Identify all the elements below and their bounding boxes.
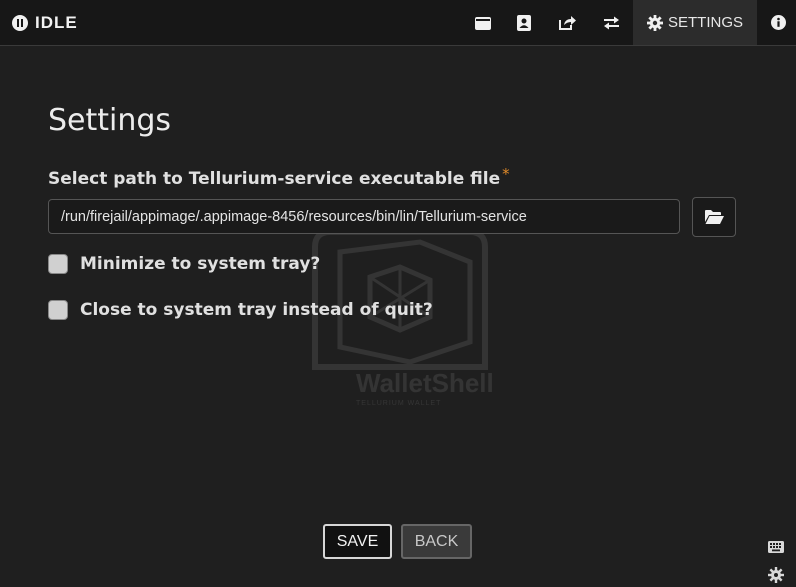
top-navbar: IDLE SETTINGS: [0, 0, 796, 46]
send-icon: [559, 15, 576, 30]
transactions-button[interactable]: [595, 0, 627, 45]
minimize-to-tray-option[interactable]: Minimize to system tray?: [48, 254, 320, 274]
minimize-to-tray-label: Minimize to system tray?: [80, 254, 321, 274]
wallet-icon: [475, 16, 491, 30]
required-marker: *: [502, 165, 510, 183]
folder-open-icon: [704, 210, 724, 224]
about-button[interactable]: [762, 0, 794, 45]
browse-path-button[interactable]: [692, 197, 736, 237]
sync-status: IDLE: [12, 0, 78, 45]
info-icon: [770, 15, 786, 30]
send-button[interactable]: [551, 0, 583, 45]
sync-status-label: IDLE: [35, 12, 78, 32]
watermark-tagline: TELLURIUM WALLET: [356, 400, 442, 407]
keyboard-shortcuts-button[interactable]: [768, 538, 784, 557]
cog-icon: [768, 567, 784, 583]
settings-button[interactable]: SETTINGS: [633, 0, 757, 45]
wallet-button[interactable]: [467, 0, 499, 45]
pause-icon: [12, 14, 28, 31]
close-to-tray-label: Close to system tray instead of quit?: [80, 300, 433, 320]
settings-label: SETTINGS: [667, 14, 743, 31]
address-book-button[interactable]: [509, 0, 539, 45]
address-book-icon: [517, 14, 531, 31]
close-to-tray-option[interactable]: Close to system tray instead of quit?: [48, 300, 433, 320]
service-path-label: Select path to Tellurium-service executa…: [48, 165, 510, 189]
minimize-to-tray-checkbox[interactable]: [48, 254, 68, 274]
service-path-input[interactable]: /run/firejail/appimage/.appimage-8456/re…: [48, 199, 680, 234]
keyboard-icon: [768, 541, 784, 553]
gear-icon: [646, 14, 663, 31]
devtools-button[interactable]: [768, 567, 784, 587]
back-button[interactable]: BACK: [401, 524, 472, 559]
watermark-brand: WalletShell: [356, 368, 494, 398]
close-to-tray-checkbox[interactable]: [48, 300, 68, 320]
transactions-icon: [603, 16, 619, 29]
service-path-label-text: Select path to Tellurium-service executa…: [48, 169, 501, 189]
page-title: Settings: [48, 103, 172, 138]
save-button[interactable]: SAVE: [323, 524, 392, 559]
